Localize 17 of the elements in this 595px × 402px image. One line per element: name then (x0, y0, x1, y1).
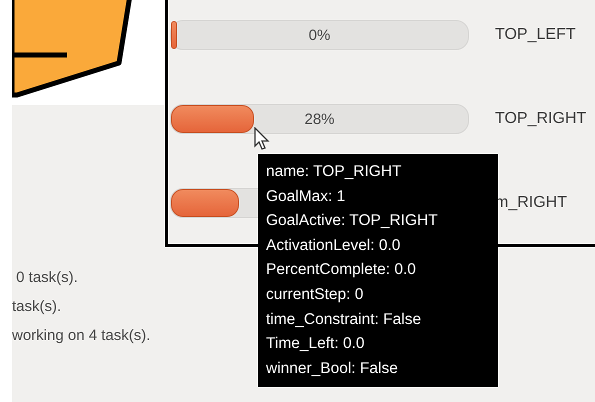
percent-text: 28% (304, 110, 335, 128)
tooltip-line: winner_Bool: False (266, 358, 399, 379)
status-text: task(s). (12, 297, 62, 317)
status-text: working on 4 task(s). (12, 326, 150, 346)
cursor-icon (254, 127, 270, 151)
tooltip-line: GoalActive: TOP_RIGHT (266, 211, 439, 232)
tooltip-line: ActivationLevel: 0.0 (266, 236, 402, 256)
tooltip-line: PercentComplete: 0.0 (266, 260, 417, 280)
percent-text: 0% (308, 26, 330, 44)
tooltip-line: GoalMax: 1 (266, 186, 346, 207)
tooltip-line: name: TOP_RIGHT (266, 162, 403, 182)
tooltip-line: Time_Left: 0.0 (266, 334, 366, 354)
status-text: 0 task(s). (15, 268, 78, 288)
goal-label: TOP_RIGHT (495, 110, 586, 128)
tooltip-line: currentStep: 0 (266, 284, 364, 305)
goal-label: TOP_LEFT (495, 26, 576, 44)
tooltip-line: time_Constraint: False (266, 310, 422, 330)
